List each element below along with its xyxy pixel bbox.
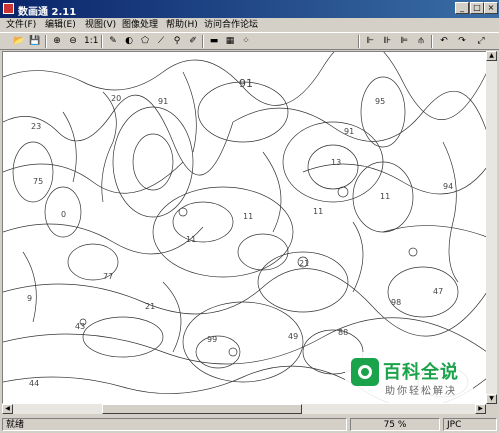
region-number: 75 [33,177,44,186]
dots-icon[interactable]: ⁘ [239,34,253,48]
undo-icon[interactable]: ↶ [437,34,451,48]
region-number: 77 [103,272,114,281]
window-title: 数画通 2.11 [18,7,77,18]
zoom-actual-button[interactable]: 1:1 [84,34,98,48]
align-right-icon[interactable]: ⊫ [397,34,411,48]
save-icon[interactable]: 💾 [28,34,42,48]
scroll-down-icon[interactable]: ▼ [486,394,497,404]
expand-icon[interactable]: ⤢ [474,34,488,48]
region-number: 11 [186,235,197,244]
region-number: 20 [111,94,122,103]
status-text: 就绪 [2,418,347,431]
region-number: 11 [313,207,324,216]
minimize-icon[interactable]: _ [455,2,469,14]
fill-icon[interactable]: ◐ [122,34,136,48]
toolbar: 📂 💾 ⊕ ⊖ 1:1 ✎ ◐ ⬠ ⟋ ⚲ ✐ ▬ ▦ ⁘ ⊩ ⊪ ⊫ ⫛ ↶ … [0,32,499,50]
region-number: 23 [31,122,42,131]
scroll-thumb[interactable] [102,404,302,414]
region-number: 21 [299,259,310,268]
region-number: 94 [443,182,454,191]
region-number: 91 [158,97,169,106]
status-extra: JPC [443,418,497,431]
region-number: 91 [239,77,253,90]
region-number: 98 [391,298,402,307]
align-left-icon[interactable]: ⊩ [363,34,377,48]
watermark-subtitle: 助你轻松解决 [385,386,457,397]
menu-bar: 文件(F) 编辑(E) 视图(V) 图像处理 帮助(H) 访问合作论坛 [0,18,499,32]
line-tool-icon[interactable]: ⟋ [154,34,168,48]
region-number: 99 [207,335,218,344]
zoom-out-icon[interactable]: ⊖ [66,34,80,48]
region-number: 11 [243,212,254,221]
flip-icon[interactable]: ⫛ [414,34,428,48]
menu-forum[interactable]: 访问合作论坛 [201,18,261,32]
eraser-icon[interactable]: ✐ [186,34,200,48]
eyedropper-icon[interactable]: ⚲ [170,34,184,48]
region-number: 9 [27,294,33,303]
close-icon[interactable]: × [484,2,498,14]
region-number: 43 [75,322,86,331]
region-number: 88 [338,328,349,337]
status-bar: 就绪 75 % JPC [0,416,499,433]
title-bar: 数画通 2.11 _ □ × [0,0,499,18]
region-number: 0 [61,210,67,219]
align-center-icon[interactable]: ⊪ [380,34,394,48]
region-number: 11 [380,192,391,201]
region-number: 47 [433,287,444,296]
toolbar-separator [431,35,433,48]
app-icon [3,3,14,14]
scroll-up-icon[interactable]: ▲ [486,51,497,61]
region-number: 44 [29,379,40,388]
redo-icon[interactable]: ↷ [455,34,469,48]
region-number: 91 [344,127,355,136]
vertical-scrollbar[interactable]: ▲ ▼ [486,51,497,404]
region-number: 21 [145,302,156,311]
shape-icon[interactable]: ⬠ [138,34,152,48]
menu-edit[interactable]: 编辑(E) [42,18,79,32]
toolbar-separator [358,35,360,48]
zoom-in-icon[interactable]: ⊕ [50,34,64,48]
toolbar-separator [101,35,103,48]
scroll-left-icon[interactable]: ◀ [2,404,13,414]
watermark-title: 百科全说 [383,362,459,383]
toolbar-separator [202,35,204,48]
watermark-logo-icon [351,358,379,386]
maximize-icon[interactable]: □ [470,2,484,14]
watermark: 百科全说 助你轻松解决 [345,352,473,404]
region-number: 49 [288,332,299,341]
region-number: 95 [375,97,386,106]
open-folder-icon[interactable]: 📂 [12,34,26,48]
toolbar-separator [45,35,47,48]
pen-icon[interactable]: ✎ [106,34,120,48]
scroll-right-icon[interactable]: ▶ [475,404,486,414]
grid-icon[interactable]: ▦ [223,34,237,48]
menu-help[interactable]: 帮助(H) [163,18,201,32]
horizontal-scrollbar[interactable]: ◀ ▶ [2,404,486,414]
menu-file[interactable]: 文件(F) [3,18,39,32]
menu-image-process[interactable]: 图像处理 [119,18,161,32]
region-number: 13 [331,158,342,167]
menu-view[interactable]: 视图(V) [82,18,119,32]
brush-icon[interactable]: ▬ [207,34,221,48]
zoom-level: 75 % [350,418,440,431]
